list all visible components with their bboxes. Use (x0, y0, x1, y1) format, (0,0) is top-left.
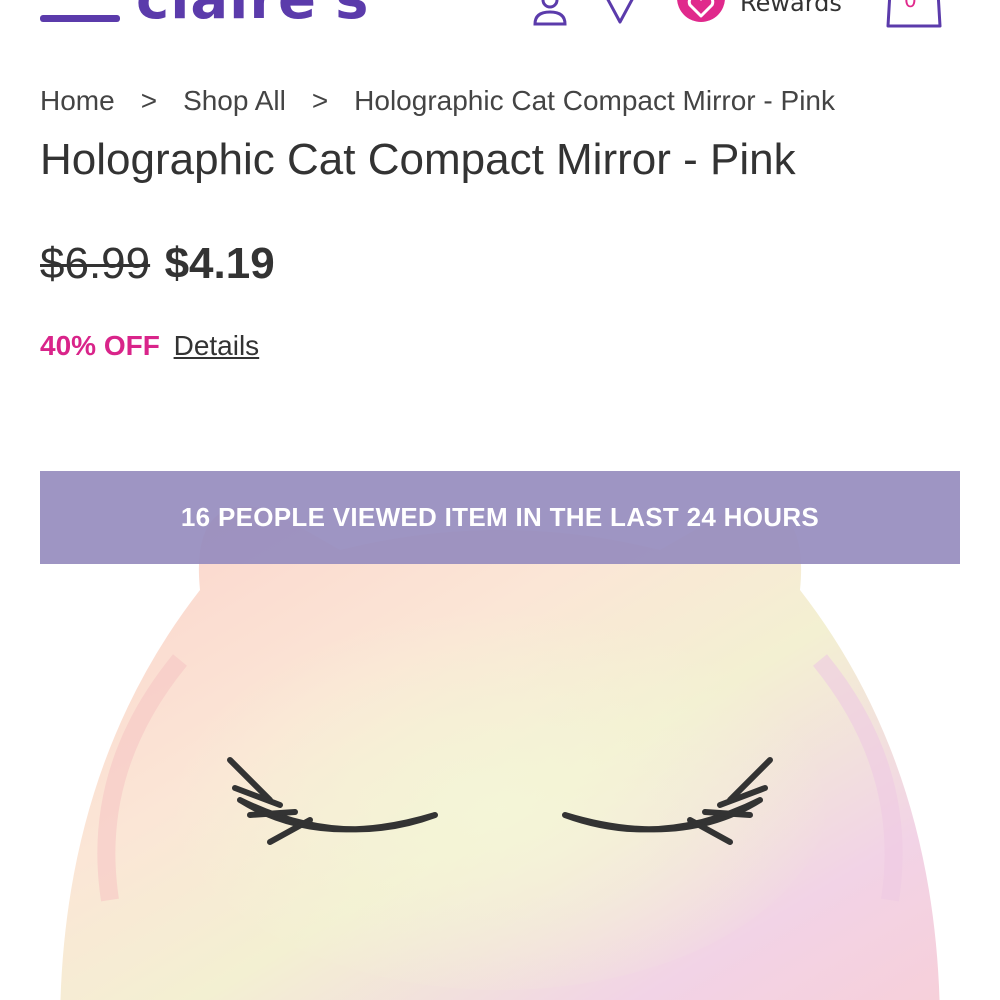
breadcrumb: Home > Shop All > Holographic Cat Compact Mi… (40, 84, 835, 118)
bag-count-badge[interactable]: 0 (904, 0, 917, 12)
price-row: $6.99 $4.19 (40, 238, 275, 300)
promo-row: 40% OFF Details (40, 328, 259, 364)
viewed-count-text: 16 PEOPLE VIEWED ITEM IN THE LAST 24 HOU… (180, 502, 820, 532)
breadcrumb-separator: > (311, 85, 329, 116)
discount-label: 40% OFF (40, 330, 160, 361)
menu-icon[interactable] (40, 15, 120, 22)
viewed-count-banner: 16 PEOPLE VIEWED ITEM IN THE LAST 24 HOU… (40, 471, 960, 564)
breadcrumb-shop-all[interactable]: Shop All (183, 84, 286, 118)
store-locator-icon[interactable] (603, 0, 637, 26)
site-header: claire's Rewards 0 (0, 0, 1000, 40)
breadcrumb-separator: > (140, 85, 158, 116)
rewards-link[interactable]: Rewards (740, 0, 842, 18)
account-icon[interactable] (532, 0, 568, 26)
product-title: Holographic Cat Compact Mirror - Pink (40, 135, 796, 184)
breadcrumb-home[interactable]: Home (40, 84, 115, 118)
rewards-heart-icon[interactable] (677, 0, 725, 28)
original-price: $6.99 (40, 239, 151, 288)
sale-price: $4.19 (164, 239, 275, 288)
breadcrumb-current: Holographic Cat Compact Mirror - Pink (354, 85, 835, 116)
site-logo[interactable]: claire's (136, 0, 369, 30)
details-link[interactable]: Details (174, 330, 260, 361)
